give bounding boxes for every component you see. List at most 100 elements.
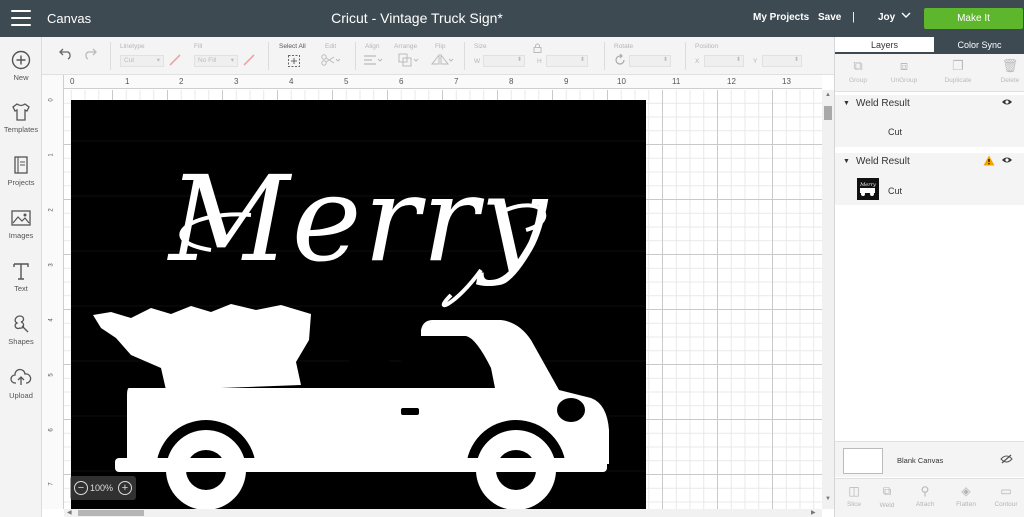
eye-icon[interactable] (1001, 98, 1013, 109)
eye-icon[interactable] (1001, 156, 1013, 167)
projects-label: Projects (7, 178, 35, 187)
align-label: Align (365, 43, 380, 50)
ruler-mark: 6 (48, 428, 55, 432)
scissors-icon[interactable] (320, 53, 341, 70)
my-projects-link[interactable]: My Projects (753, 12, 809, 23)
ruler-top: 0 1 2 3 4 5 6 7 8 9 10 11 12 13 (64, 75, 822, 89)
tab-layers[interactable]: Layers (835, 37, 934, 54)
ungroup-button[interactable]: ⧈ UnGroup (881, 58, 927, 84)
scroll-right-icon[interactable]: ▶ (811, 509, 816, 516)
duplicate-button[interactable]: ❐ Duplicate (935, 58, 981, 84)
width-input[interactable]: ⬍ (483, 55, 525, 67)
text-icon (13, 263, 29, 280)
redo-icon[interactable] (82, 46, 98, 63)
svg-text:Merry: Merry (859, 182, 876, 188)
blank-canvas-swatch[interactable] (843, 448, 883, 474)
templates-label: Templates (3, 125, 39, 134)
contour-icon: ▭ (1000, 484, 1012, 498)
fill-select[interactable]: No Fill ▾ (194, 55, 238, 67)
layer-group[interactable]: ▼ Weld Result Merry Cut (835, 153, 1024, 205)
ruler-mark: 7 (48, 482, 55, 486)
rotate-label: Rotate (614, 43, 634, 50)
chevron-down-icon[interactable] (900, 9, 912, 24)
horizontal-scrollbar[interactable]: ◀ ▶ (64, 509, 822, 517)
layer-thumbnail: Merry (857, 178, 879, 200)
position-y-input[interactable]: ⬍ (762, 55, 802, 67)
attach-label: Attach (915, 501, 935, 508)
linetype-select[interactable]: Cut ▾ (120, 55, 164, 67)
design-canvas[interactable]: Merry − 100% + (64, 90, 822, 509)
arrange-icon[interactable] (398, 53, 420, 70)
make-it-button[interactable]: Make It (924, 8, 1023, 29)
linetype-color-swatch[interactable] (168, 53, 182, 70)
vintage-truck-design[interactable]: Merry (71, 100, 646, 509)
layer-group-header[interactable]: ▼ Weld Result (835, 153, 1024, 171)
caret-down-icon[interactable]: ▼ (843, 158, 850, 165)
fill-value: No Fill (198, 57, 217, 64)
trash-icon: 🗑 (1001, 58, 1019, 73)
tab-color-sync[interactable]: Color Sync (934, 37, 1024, 54)
zoom-level: 100% (90, 483, 114, 493)
rotate-input[interactable]: ⬍ (629, 55, 671, 67)
duplicate-icon: ❐ (952, 58, 964, 73)
weld-button[interactable]: ⧉ Weld (868, 484, 906, 509)
layer-item-operation: Cut (888, 186, 903, 196)
size-label: Size (474, 43, 487, 50)
caret-down-icon[interactable]: ▼ (843, 100, 850, 107)
scroll-thumb[interactable] (78, 510, 144, 516)
upload-button[interactable]: Upload (0, 367, 42, 400)
blank-canvas-row[interactable]: Blank Canvas (835, 441, 1024, 477)
templates-button[interactable]: Templates (0, 101, 42, 134)
eye-slash-icon[interactable] (1000, 454, 1013, 467)
contour-label: Contour (994, 501, 1018, 508)
flatten-button[interactable]: ◈ Flatten (947, 484, 985, 508)
scroll-down-icon[interactable]: ▼ (825, 496, 831, 502)
scroll-up-icon[interactable]: ▲ (825, 92, 831, 98)
layer-group-header[interactable]: ▼ Weld Result (835, 95, 1024, 113)
blank-canvas-label: Blank Canvas (897, 456, 944, 465)
user-menu[interactable]: Joy (878, 12, 895, 23)
position-label: Position (695, 43, 719, 50)
dropdown-caret-icon: ▾ (230, 57, 234, 64)
position-x-input[interactable]: ⬍ (704, 55, 744, 67)
book-icon (14, 156, 28, 174)
select-all-icon[interactable] (287, 54, 301, 71)
attach-button[interactable]: ⚲ Attach (906, 484, 944, 508)
ruler-mark: 4 (289, 77, 294, 86)
arrange-label: Arrange (394, 43, 418, 50)
layer-name: Weld Result (856, 98, 910, 109)
lock-icon[interactable] (533, 43, 542, 55)
linetype-label: Linetype (120, 43, 145, 50)
flip-label: Flip (435, 43, 446, 50)
align-icon[interactable] (363, 54, 383, 69)
ungroup-label: UnGroup (890, 77, 918, 84)
shapes-icon (14, 315, 29, 333)
fill-color-swatch[interactable] (242, 53, 256, 70)
scroll-thumb[interactable] (824, 106, 832, 120)
document-title: Cricut - Vintage Truck Sign* (331, 10, 503, 26)
zoom-out-button[interactable]: − (74, 481, 88, 495)
scroll-left-icon[interactable]: ◀ (67, 509, 72, 516)
projects-button[interactable]: Projects (0, 154, 42, 187)
images-button[interactable]: Images (0, 207, 42, 240)
contour-button[interactable]: ▭ Contour (987, 484, 1024, 508)
stepper-icon: ⬍ (516, 57, 522, 63)
delete-button[interactable]: 🗑 Delete (987, 58, 1024, 84)
undo-icon[interactable] (58, 46, 74, 63)
layers-icon: ◈ (961, 484, 971, 498)
flip-icon[interactable] (430, 53, 454, 70)
rotate-icon[interactable] (614, 53, 626, 69)
text-button[interactable]: Text (0, 260, 42, 293)
height-input[interactable]: ⬍ (546, 55, 588, 67)
width-label: W (474, 58, 481, 65)
shapes-button[interactable]: Shapes (0, 313, 42, 346)
warning-icon[interactable] (983, 155, 995, 166)
layer-group[interactable]: ▼ Weld Result Cut (835, 95, 1024, 147)
new-button[interactable]: New (0, 49, 42, 82)
zoom-in-button[interactable]: + (118, 481, 132, 495)
vertical-scrollbar[interactable]: ▲ ▼ (822, 90, 834, 509)
group-button[interactable]: ⧉ Group (835, 58, 881, 84)
ruler-left: 0 1 2 3 4 5 6 7 (42, 75, 64, 509)
flatten-label: Flatten (956, 501, 976, 508)
save-link[interactable]: Save (818, 12, 841, 23)
